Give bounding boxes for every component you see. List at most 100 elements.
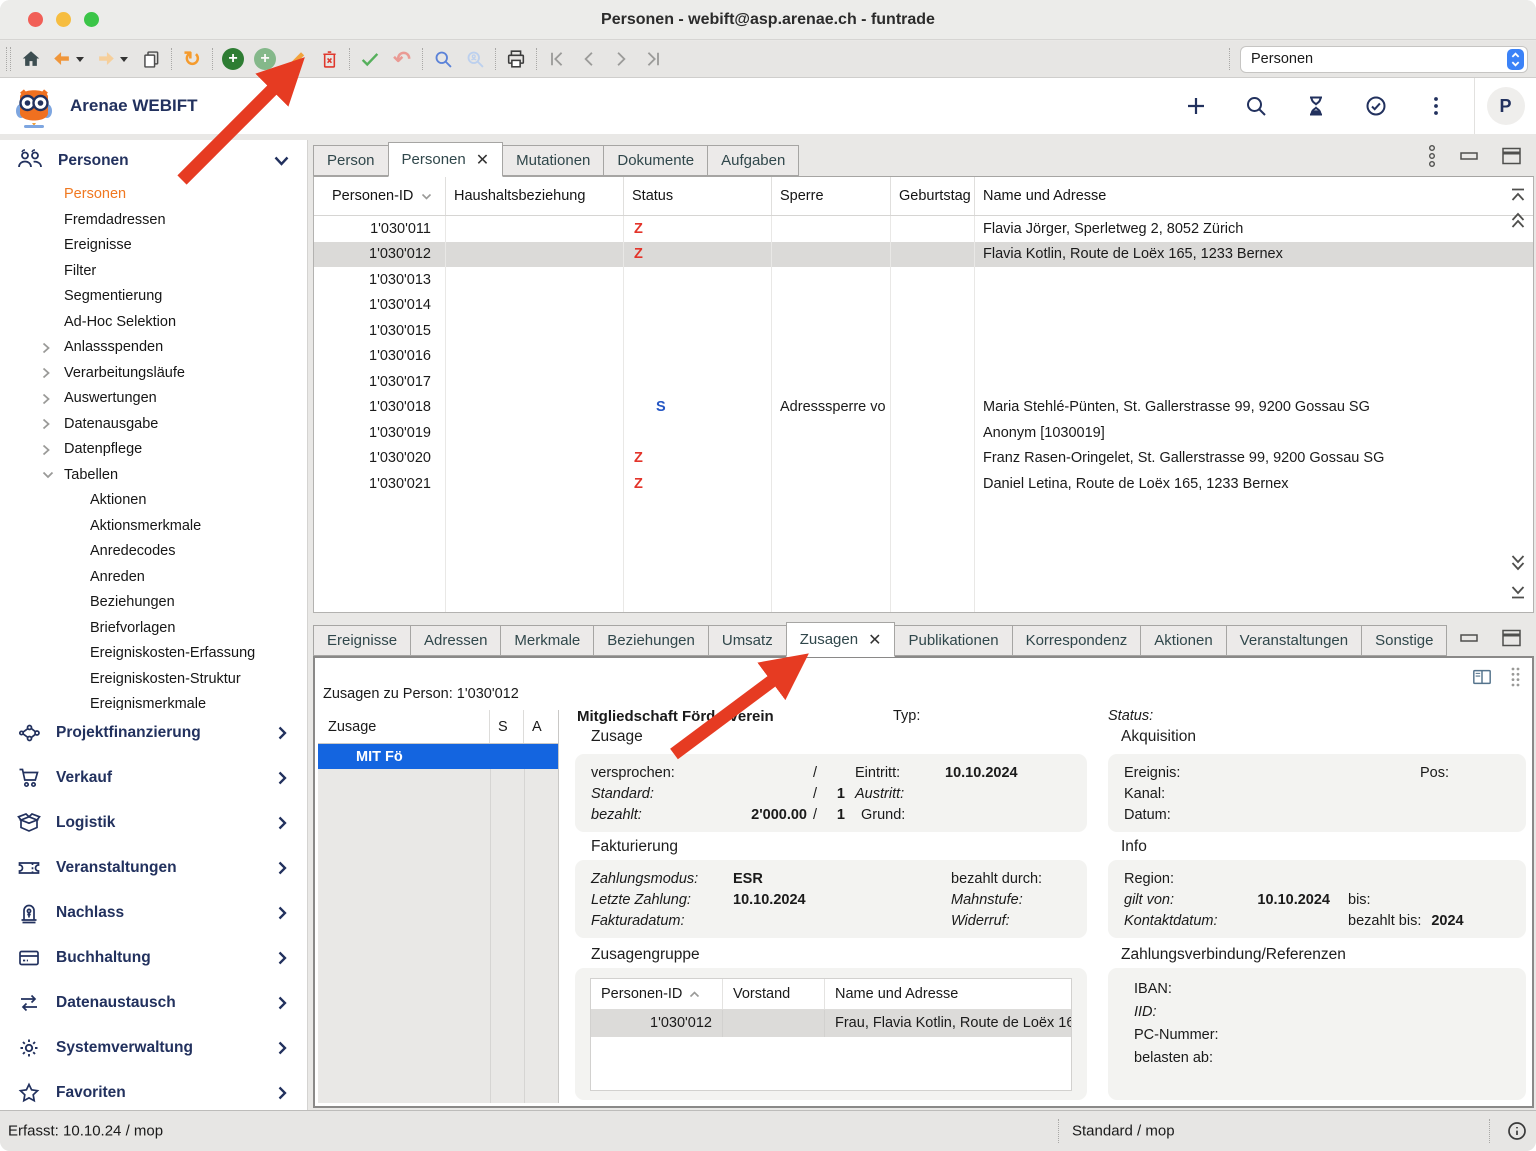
zusagengruppe-row-selected[interactable]: 1'030'012 Frau, Flavia Kotlin, Route de … <box>591 1010 1071 1037</box>
sidebar-item-beziehungen[interactable]: Beziehungen <box>0 590 307 616</box>
sidebar-section-favoriten[interactable]: Favoriten <box>0 1070 307 1115</box>
first-record-icon[interactable] <box>545 46 569 72</box>
sidebar-section-datenaustausch[interactable]: Datenaustausch <box>0 980 307 1025</box>
refresh-icon[interactable]: ↻ <box>180 46 204 72</box>
tab-korrespondenz[interactable]: Korrespondenz <box>1012 625 1141 656</box>
tab-sonstige[interactable]: Sonstige <box>1361 625 1447 656</box>
sidebar-root-personen[interactable]: Personen <box>0 140 307 182</box>
sidebar-item-adhoc-selektion[interactable]: Ad-Hoc Selektion <box>0 310 307 336</box>
panel-maximize-icon[interactable] <box>1500 628 1522 648</box>
column-a[interactable]: A <box>524 710 558 743</box>
search-icon[interactable] <box>431 46 455 72</box>
column-status[interactable]: Status <box>624 177 772 215</box>
page-down-icon[interactable] <box>1509 552 1527 572</box>
table-row[interactable]: 1'030'013 <box>314 267 1533 293</box>
panel-minimize-icon[interactable] <box>1458 147 1480 165</box>
back-dropdown-caret[interactable] <box>76 57 84 62</box>
dropdown-stepper-icon[interactable] <box>1507 49 1524 70</box>
drag-dots-icon[interactable] <box>1509 666 1522 688</box>
next-record-icon[interactable] <box>609 46 633 72</box>
tab-beziehungen[interactable]: Beziehungen <box>593 625 708 656</box>
toolbar-drag-handle[interactable] <box>6 47 11 71</box>
sidebar-section-systemverwaltung[interactable]: Systemverwaltung <box>0 1025 307 1070</box>
sidebar-item-aktionsmerkmale[interactable]: Aktionsmerkmale <box>0 514 307 540</box>
check-circle-icon[interactable] <box>1364 94 1388 118</box>
home-icon[interactable] <box>19 46 43 72</box>
column-personen-id[interactable]: Personen-ID <box>591 979 723 1009</box>
sidebar-section-veranstaltungen[interactable]: Veranstaltungen <box>0 845 307 890</box>
scope-dropdown[interactable]: Personen <box>1240 46 1528 73</box>
sidebar-item-anreden[interactable]: Anreden <box>0 565 307 591</box>
tab-zusagen[interactable]: Zusagen✕ <box>786 622 896 657</box>
confirm-check-icon[interactable] <box>358 46 382 72</box>
add-icon[interactable]: + <box>221 46 245 72</box>
sidebar-item-tabellen[interactable]: Tabellen <box>0 463 307 489</box>
sidebar-item-segmentierung[interactable]: Segmentierung <box>0 284 307 310</box>
sidebar-section-buchhaltung[interactable]: Buchhaltung <box>0 935 307 980</box>
sidebar-item-ereignismerkmale[interactable]: Ereignismerkmale <box>0 692 307 710</box>
table-row[interactable]: 1'030'015 <box>314 318 1533 344</box>
tab-personen[interactable]: Personen✕ <box>388 142 504 177</box>
sidebar-item-filter[interactable]: Filter <box>0 259 307 285</box>
column-name-adresse[interactable]: Name und Adresse <box>975 177 1533 215</box>
column-name-adresse[interactable]: Name und Adresse <box>825 979 1071 1009</box>
table-row[interactable]: 1'030'019Anonym [1030019] <box>314 420 1533 446</box>
tab-adressen[interactable]: Adressen <box>410 625 500 656</box>
forward-dropdown-caret[interactable] <box>120 57 128 62</box>
zusagen-list-row-selected[interactable]: MIT Fö <box>318 744 558 769</box>
table-row[interactable]: 1'030'016 <box>314 344 1533 370</box>
global-search-icon[interactable] <box>1244 94 1268 118</box>
tab-person[interactable]: Person <box>313 145 388 176</box>
sidebar-item-ereignisse[interactable]: Ereignisse <box>0 233 307 259</box>
tab-aktionen[interactable]: Aktionen <box>1140 625 1225 656</box>
new-item-plus-icon[interactable] <box>1184 94 1208 118</box>
last-record-icon[interactable] <box>641 46 665 72</box>
tab-aufgaben[interactable]: Aufgaben <box>707 145 799 176</box>
scroll-to-top-icon[interactable] <box>1509 187 1527 203</box>
zoom-window-button[interactable] <box>84 12 99 27</box>
sidebar-section-verkauf[interactable]: Verkauf <box>0 755 307 800</box>
table-row[interactable]: 1'030'020ZFranz Rasen-Oringelet, St. Gal… <box>314 446 1533 472</box>
tab-mutationen[interactable]: Mutationen <box>503 145 603 176</box>
print-icon[interactable] <box>504 46 528 72</box>
tab-publikationen[interactable]: Publikationen <box>895 625 1011 656</box>
search-person-icon[interactable] <box>463 46 487 72</box>
page-up-icon[interactable] <box>1509 211 1527 231</box>
column-sperre[interactable]: Sperre <box>772 177 891 215</box>
table-row-selected[interactable]: 1'030'012ZFlavia Kotlin, Route de Loëx 1… <box>314 242 1533 268</box>
sidebar-section-nachlass[interactable]: Nachlass <box>0 890 307 935</box>
delete-icon[interactable] <box>317 46 341 72</box>
table-row[interactable]: 1'030'021ZDaniel Letina, Route de Loëx 1… <box>314 471 1533 497</box>
column-vorstand[interactable]: Vorstand <box>723 979 825 1009</box>
tab-merkmale[interactable]: Merkmale <box>500 625 593 656</box>
info-icon[interactable] <box>1506 1120 1528 1142</box>
sidebar-section-projektfinanzierung[interactable]: Projektfinanzierung <box>0 710 307 755</box>
panel-options-kebab-icon[interactable] <box>1426 144 1438 168</box>
sidebar-item-personen[interactable]: Personen <box>0 182 307 208</box>
sidebar-item-ereigniskosten-erfassung[interactable]: Ereigniskosten-Erfassung <box>0 641 307 667</box>
copy-icon[interactable] <box>139 46 163 72</box>
column-haushaltsbeziehung[interactable]: Haushaltsbeziehung <box>446 177 624 215</box>
split-view-icon[interactable] <box>1471 667 1493 687</box>
back-button-group[interactable] <box>51 48 87 70</box>
tab-dokumente[interactable]: Dokumente <box>603 145 707 176</box>
panel-maximize-icon[interactable] <box>1500 146 1522 166</box>
sidebar-item-auswertungen[interactable]: Auswertungen <box>0 386 307 412</box>
column-personen-id[interactable]: Personen-ID <box>324 177 446 215</box>
sidebar-item-datenausgabe[interactable]: Datenausgabe <box>0 412 307 438</box>
sidebar-item-anredecodes[interactable]: Anredecodes <box>0 539 307 565</box>
sidebar-item-briefvorlagen[interactable]: Briefvorlagen <box>0 616 307 642</box>
undo-icon[interactable]: ↶ <box>390 46 414 72</box>
table-row[interactable]: 1'030'018SAdresssperre voMaria Stehlé-Pü… <box>314 395 1533 421</box>
sidebar-item-fremdadressen[interactable]: Fremdadressen <box>0 208 307 234</box>
scroll-to-bottom-icon[interactable] <box>1509 584 1527 600</box>
column-s[interactable]: S <box>490 710 524 743</box>
sidebar-item-aktionen[interactable]: Aktionen <box>0 488 307 514</box>
tab-umsatz[interactable]: Umsatz <box>708 625 786 656</box>
table-row[interactable]: 1'030'017 <box>314 369 1533 395</box>
forward-button-group[interactable] <box>95 48 131 70</box>
sidebar-item-verarbeitungslaeufe[interactable]: Verarbeitungsläufe <box>0 361 307 387</box>
table-row[interactable]: 1'030'014 <box>314 293 1533 319</box>
tab-ereignisse[interactable]: Ereignisse <box>313 625 410 656</box>
sidebar-item-datenpflege[interactable]: Datenpflege <box>0 437 307 463</box>
